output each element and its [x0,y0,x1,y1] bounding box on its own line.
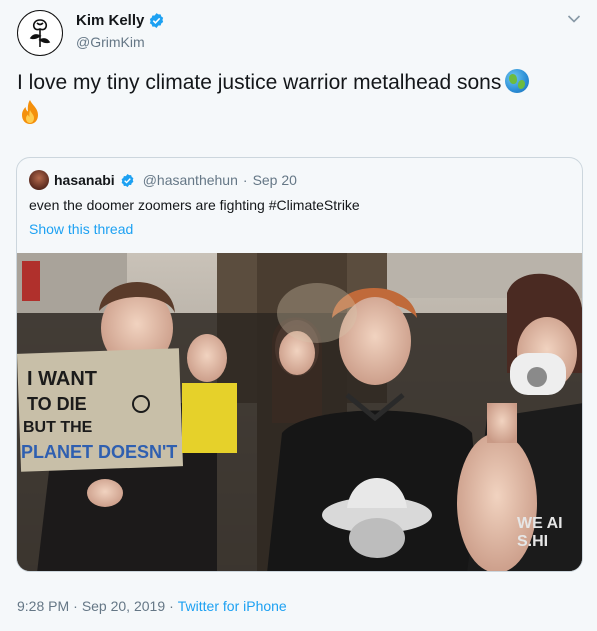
tweet-source-link[interactable]: Twitter for iPhone [178,598,287,614]
author-name-row: Kim Kelly [76,12,165,29]
chevron-down-icon[interactable] [567,14,581,24]
sweater-text-line: WE AI [517,515,563,532]
author-display-name[interactable]: Kim Kelly [76,12,144,29]
quoted-date[interactable]: Sep 20 [253,172,297,188]
sign-line-4: PLANET DOESN'T [21,442,177,462]
rose-icon [29,19,51,47]
verified-badge-icon [150,13,164,28]
protest-photo: I WANT TO DIE BUT THE PLANET DOESN'T WE … [17,253,582,571]
tweet-text-body: I love my tiny climate justice warrior m… [17,71,502,94]
fire-emoji-icon [22,100,38,124]
tweet-timestamp: 9:28 PM · Sep 20, 2019 · Twitter for iPh… [17,598,287,614]
tweet-time[interactable]: 9:28 PM [17,598,69,614]
tweet-text: I love my tiny climate justice warrior m… [17,68,577,125]
quoted-tweet[interactable]: hasanabi @hasanthehun · Sep 20 even the … [16,157,583,572]
tweet-date[interactable]: Sep 20, 2019 [82,598,165,614]
timestamp-separator: · [73,598,78,614]
verified-badge-icon [121,173,134,187]
quoted-photo[interactable]: I WANT TO DIE BUT THE PLANET DOESN'T WE … [17,253,582,571]
sweater-text-line: S.HI [517,533,548,550]
quoted-avatar[interactable] [29,170,49,190]
quoted-text: even the doomer zoomers are fighting #Cl… [29,197,360,213]
sign-line-3: BUT THE [23,419,93,436]
quoted-header: hasanabi @hasanthehun · Sep 20 [29,170,297,190]
tweet-card: Kim Kelly @GrimKim I love my tiny climat… [0,0,597,631]
quoted-handle[interactable]: @hasanthehun [143,172,238,188]
author-avatar[interactable] [17,10,63,56]
globe-emoji-icon [505,69,530,93]
show-thread-link[interactable]: Show this thread [29,221,133,237]
sign-line-2: TO DIE [27,394,87,414]
sign-line-1: I WANT [27,368,97,390]
quoted-display-name[interactable]: hasanabi [54,172,115,188]
quoted-separator: · [242,172,248,188]
author-handle[interactable]: @GrimKim [76,34,145,50]
timestamp-separator: · [169,598,174,614]
